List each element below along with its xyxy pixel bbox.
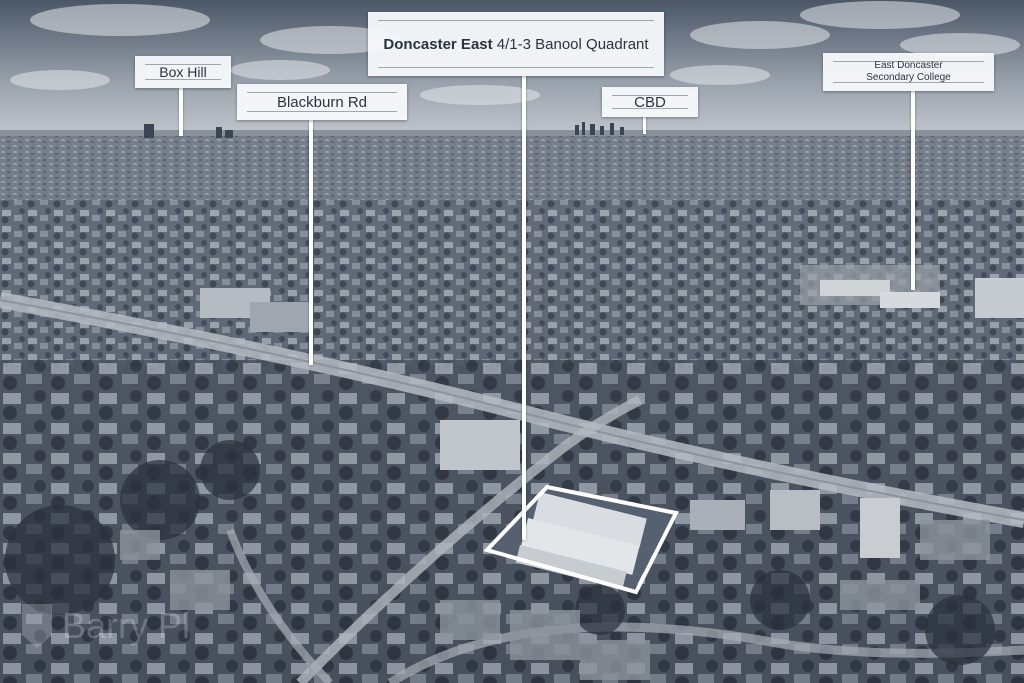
watermark-text: Barry Pl <box>62 605 191 646</box>
blackburn-rd-pointer <box>309 120 313 365</box>
box-hill-text: Box Hill <box>159 64 207 80</box>
street-address: 4/1-3 Banool Quadrant <box>492 35 649 53</box>
cbd-label: CBD <box>602 87 698 117</box>
box-hill-label: Box Hill <box>135 56 231 88</box>
box-hill-pointer <box>179 88 183 136</box>
agency-logo-icon <box>22 604 52 648</box>
college-label: East Doncaster Secondary College <box>823 53 994 91</box>
college-pointer <box>911 91 915 290</box>
property-address-label: Doncaster East 4/1-3 Banool Quadrant <box>368 12 664 76</box>
aerial-suburb-photo <box>0 0 1024 683</box>
property-address: Doncaster East 4/1-3 Banool Quadrant <box>383 36 648 53</box>
suburb-name: Doncaster East <box>383 35 493 53</box>
agency-watermark: Barry Pl <box>22 604 190 648</box>
aerial-photo-scene: Box Hill Blackburn Rd Doncaster East 4/1… <box>0 0 1024 683</box>
cbd-pointer <box>643 117 646 134</box>
cbd-text: CBD <box>634 93 666 111</box>
blackburn-rd-text: Blackburn Rd <box>276 93 368 111</box>
college-text: East Doncaster Secondary College <box>866 60 951 84</box>
blackburn-rd-label: Blackburn Rd <box>237 84 407 120</box>
college-line-2: Secondary College <box>866 72 951 83</box>
property-pointer <box>522 76 526 540</box>
college-line-1: East Doncaster <box>874 60 943 71</box>
